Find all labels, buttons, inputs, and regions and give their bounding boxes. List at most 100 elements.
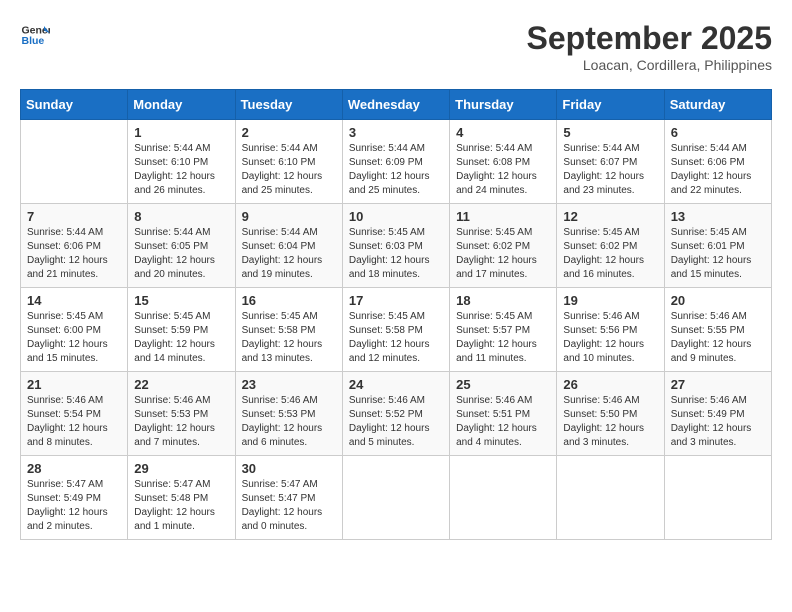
logo-icon: General Blue bbox=[20, 20, 50, 50]
day-number: 29 bbox=[134, 461, 228, 476]
calendar-cell: 4 Sunrise: 5:44 AM Sunset: 6:08 PM Daylig… bbox=[450, 120, 557, 204]
day-number: 18 bbox=[456, 293, 550, 308]
page-header: General Blue September 2025 Loacan, Cord… bbox=[20, 20, 772, 73]
day-info: Sunrise: 5:44 AM Sunset: 6:05 PM Dayligh… bbox=[134, 226, 228, 282]
day-info: Sunrise: 5:44 AM Sunset: 6:06 PM Dayligh… bbox=[671, 142, 765, 198]
day-number: 26 bbox=[563, 377, 657, 392]
day-number: 8 bbox=[134, 209, 228, 224]
calendar-cell: 19Sunrise: 5:46 AM Sunset: 5:56 PM Dayli… bbox=[557, 288, 664, 372]
weekday-header-wednesday: Wednesday bbox=[342, 90, 449, 120]
calendar-cell bbox=[342, 456, 449, 540]
day-info: Sunrise: 5:44 AM Sunset: 6:08 PM Dayligh… bbox=[456, 142, 550, 198]
day-info: Sunrise: 5:45 AM Sunset: 5:58 PM Dayligh… bbox=[349, 310, 443, 366]
calendar-cell: 7 Sunrise: 5:44 AM Sunset: 6:06 PM Daylig… bbox=[21, 204, 128, 288]
day-info: Sunrise: 5:46 AM Sunset: 5:53 PM Dayligh… bbox=[134, 394, 228, 450]
calendar-cell: 3 Sunrise: 5:44 AM Sunset: 6:09 PM Daylig… bbox=[342, 120, 449, 204]
day-info: Sunrise: 5:47 AM Sunset: 5:49 PM Dayligh… bbox=[27, 478, 121, 534]
day-number: 22 bbox=[134, 377, 228, 392]
weekday-header-row: SundayMondayTuesdayWednesdayThursdayFrid… bbox=[21, 90, 772, 120]
day-info: Sunrise: 5:44 AM Sunset: 6:04 PM Dayligh… bbox=[242, 226, 336, 282]
day-number: 5 bbox=[563, 125, 657, 140]
day-number: 12 bbox=[563, 209, 657, 224]
svg-text:Blue: Blue bbox=[22, 35, 45, 47]
calendar-cell: 9 Sunrise: 5:44 AM Sunset: 6:04 PM Daylig… bbox=[235, 204, 342, 288]
day-info: Sunrise: 5:46 AM Sunset: 5:51 PM Dayligh… bbox=[456, 394, 550, 450]
calendar-cell: 16 Sunrise: 5:45 AM Sunset: 5:58 PM Dayli… bbox=[235, 288, 342, 372]
calendar-cell: 23 Sunrise: 5:46 AM Sunset: 5:53 PM Dayli… bbox=[235, 372, 342, 456]
weekday-header-friday: Friday bbox=[557, 90, 664, 120]
day-number: 28 bbox=[27, 461, 121, 476]
calendar-cell: 15Sunrise: 5:45 AM Sunset: 5:59 PM Dayli… bbox=[128, 288, 235, 372]
calendar-cell: 12Sunrise: 5:45 AM Sunset: 6:02 PM Dayli… bbox=[557, 204, 664, 288]
calendar-cell bbox=[664, 456, 771, 540]
logo: General Blue bbox=[20, 20, 50, 50]
day-number: 4 bbox=[456, 125, 550, 140]
day-number: 16 bbox=[242, 293, 336, 308]
week-row-2: 14 Sunrise: 5:45 AM Sunset: 6:00 PM Dayli… bbox=[21, 288, 772, 372]
week-row-1: 7 Sunrise: 5:44 AM Sunset: 6:06 PM Daylig… bbox=[21, 204, 772, 288]
day-info: Sunrise: 5:44 AM Sunset: 6:09 PM Dayligh… bbox=[349, 142, 443, 198]
weekday-header-tuesday: Tuesday bbox=[235, 90, 342, 120]
day-info: Sunrise: 5:47 AM Sunset: 5:48 PM Dayligh… bbox=[134, 478, 228, 534]
week-row-4: 28 Sunrise: 5:47 AM Sunset: 5:49 PM Dayli… bbox=[21, 456, 772, 540]
calendar-cell: 17 Sunrise: 5:45 AM Sunset: 5:58 PM Dayli… bbox=[342, 288, 449, 372]
day-number: 17 bbox=[349, 293, 443, 308]
location: Loacan, Cordillera, Philippines bbox=[527, 57, 772, 73]
weekday-header-monday: Monday bbox=[128, 90, 235, 120]
day-number: 25 bbox=[456, 377, 550, 392]
calendar-cell bbox=[557, 456, 664, 540]
day-info: Sunrise: 5:44 AM Sunset: 6:06 PM Dayligh… bbox=[27, 226, 121, 282]
month-title: September 2025 bbox=[527, 20, 772, 57]
calendar-cell: 30Sunrise: 5:47 AM Sunset: 5:47 PM Dayli… bbox=[235, 456, 342, 540]
weekday-header-thursday: Thursday bbox=[450, 90, 557, 120]
day-number: 3 bbox=[349, 125, 443, 140]
day-number: 24 bbox=[349, 377, 443, 392]
calendar-cell: 24 Sunrise: 5:46 AM Sunset: 5:52 PM Dayli… bbox=[342, 372, 449, 456]
day-info: Sunrise: 5:45 AM Sunset: 6:01 PM Dayligh… bbox=[671, 226, 765, 282]
calendar-cell: 5 Sunrise: 5:44 AM Sunset: 6:07 PM Daylig… bbox=[557, 120, 664, 204]
calendar-cell: 2Sunrise: 5:44 AM Sunset: 6:10 PM Daylig… bbox=[235, 120, 342, 204]
calendar-cell: 14 Sunrise: 5:45 AM Sunset: 6:00 PM Dayli… bbox=[21, 288, 128, 372]
day-number: 27 bbox=[671, 377, 765, 392]
day-number: 20 bbox=[671, 293, 765, 308]
day-info: Sunrise: 5:44 AM Sunset: 6:10 PM Dayligh… bbox=[134, 142, 228, 198]
calendar-cell: 27Sunrise: 5:46 AM Sunset: 5:49 PM Dayli… bbox=[664, 372, 771, 456]
calendar-cell: 22 Sunrise: 5:46 AM Sunset: 5:53 PM Dayli… bbox=[128, 372, 235, 456]
day-number: 21 bbox=[27, 377, 121, 392]
day-number: 15 bbox=[134, 293, 228, 308]
week-row-0: 1 Sunrise: 5:44 AM Sunset: 6:10 PM Daylig… bbox=[21, 120, 772, 204]
day-info: Sunrise: 5:45 AM Sunset: 6:03 PM Dayligh… bbox=[349, 226, 443, 282]
week-row-3: 21Sunrise: 5:46 AM Sunset: 5:54 PM Dayli… bbox=[21, 372, 772, 456]
day-info: Sunrise: 5:46 AM Sunset: 5:56 PM Dayligh… bbox=[563, 310, 657, 366]
calendar-cell: 18 Sunrise: 5:45 AM Sunset: 5:57 PM Dayli… bbox=[450, 288, 557, 372]
calendar-cell: 6Sunrise: 5:44 AM Sunset: 6:06 PM Daylig… bbox=[664, 120, 771, 204]
calendar-cell: 10 Sunrise: 5:45 AM Sunset: 6:03 PM Dayli… bbox=[342, 204, 449, 288]
calendar-table: SundayMondayTuesdayWednesdayThursdayFrid… bbox=[20, 89, 772, 540]
day-info: Sunrise: 5:45 AM Sunset: 6:02 PM Dayligh… bbox=[456, 226, 550, 282]
day-info: Sunrise: 5:45 AM Sunset: 6:00 PM Dayligh… bbox=[27, 310, 121, 366]
day-number: 9 bbox=[242, 209, 336, 224]
day-number: 23 bbox=[242, 377, 336, 392]
day-number: 13 bbox=[671, 209, 765, 224]
day-info: Sunrise: 5:45 AM Sunset: 5:58 PM Dayligh… bbox=[242, 310, 336, 366]
calendar-cell: 25 Sunrise: 5:46 AM Sunset: 5:51 PM Dayli… bbox=[450, 372, 557, 456]
day-info: Sunrise: 5:46 AM Sunset: 5:55 PM Dayligh… bbox=[671, 310, 765, 366]
day-number: 7 bbox=[27, 209, 121, 224]
title-block: September 2025 Loacan, Cordillera, Phili… bbox=[527, 20, 772, 73]
calendar-cell: 28 Sunrise: 5:47 AM Sunset: 5:49 PM Dayli… bbox=[21, 456, 128, 540]
day-number: 14 bbox=[27, 293, 121, 308]
day-info: Sunrise: 5:44 AM Sunset: 6:07 PM Dayligh… bbox=[563, 142, 657, 198]
calendar-body: 1 Sunrise: 5:44 AM Sunset: 6:10 PM Daylig… bbox=[21, 120, 772, 540]
weekday-header-saturday: Saturday bbox=[664, 90, 771, 120]
calendar-cell: 1 Sunrise: 5:44 AM Sunset: 6:10 PM Daylig… bbox=[128, 120, 235, 204]
day-info: Sunrise: 5:45 AM Sunset: 5:57 PM Dayligh… bbox=[456, 310, 550, 366]
day-number: 10 bbox=[349, 209, 443, 224]
day-info: Sunrise: 5:46 AM Sunset: 5:52 PM Dayligh… bbox=[349, 394, 443, 450]
day-info: Sunrise: 5:44 AM Sunset: 6:10 PM Dayligh… bbox=[242, 142, 336, 198]
calendar-cell: 26Sunrise: 5:46 AM Sunset: 5:50 PM Dayli… bbox=[557, 372, 664, 456]
calendar-cell: 20 Sunrise: 5:46 AM Sunset: 5:55 PM Dayli… bbox=[664, 288, 771, 372]
day-number: 1 bbox=[134, 125, 228, 140]
calendar-cell: 8 Sunrise: 5:44 AM Sunset: 6:05 PM Daylig… bbox=[128, 204, 235, 288]
calendar-cell: 29 Sunrise: 5:47 AM Sunset: 5:48 PM Dayli… bbox=[128, 456, 235, 540]
day-info: Sunrise: 5:46 AM Sunset: 5:53 PM Dayligh… bbox=[242, 394, 336, 450]
